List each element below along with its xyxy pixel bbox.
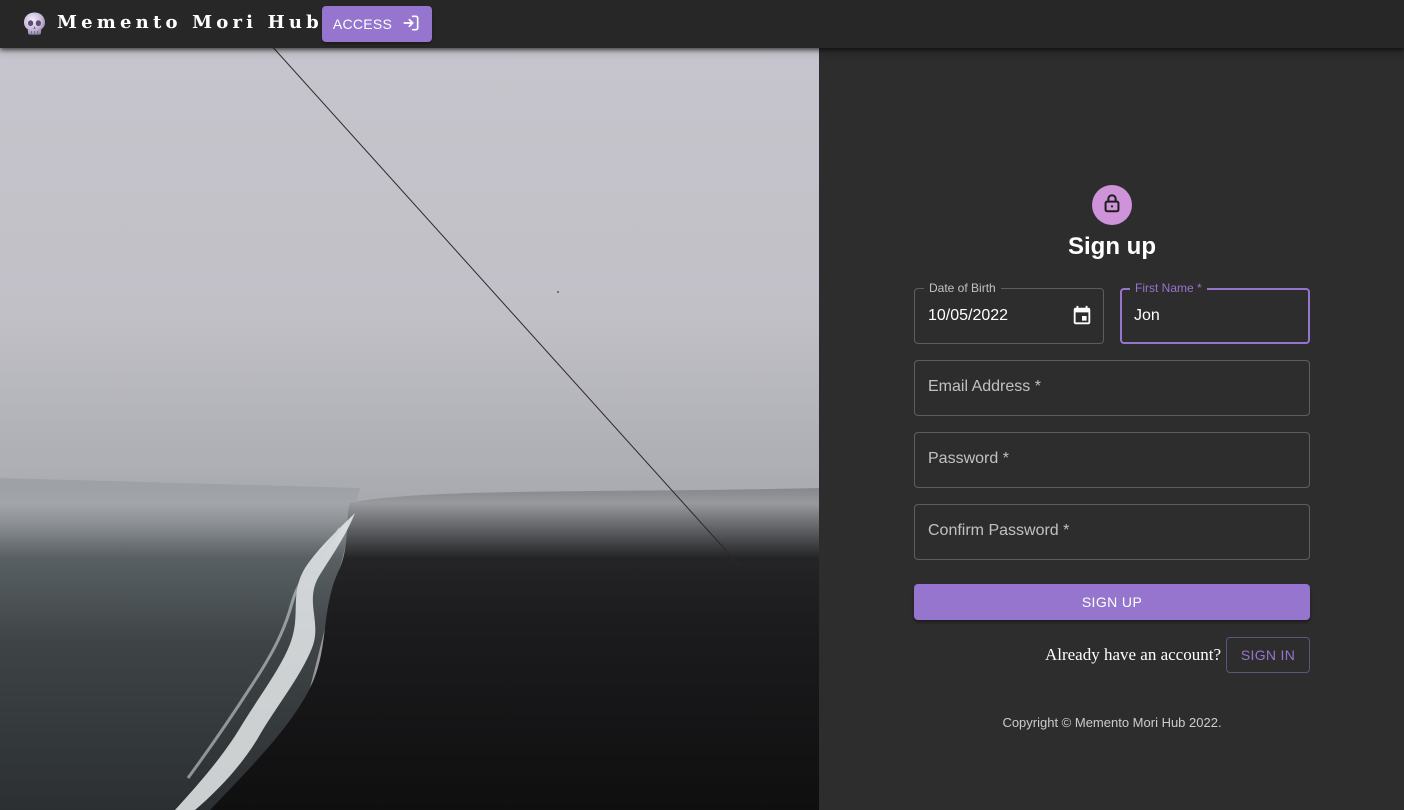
lock-avatar [1092, 185, 1132, 225]
calendar-icon[interactable] [1071, 305, 1093, 327]
email-placeholder: Email Address * [928, 378, 1041, 395]
signup-panel [819, 48, 1404, 810]
lock-icon [1101, 192, 1123, 219]
date-of-birth-value[interactable]: 10/05/2022 [928, 307, 1008, 325]
hero-photo [0, 48, 819, 810]
already-have-account-text: Already have an account? [1044, 645, 1221, 664]
skull-icon[interactable] [22, 11, 47, 36]
sign-up-button-label: SIGN UP [1081, 594, 1143, 610]
confirm-password-placeholder: Confirm Password * [928, 522, 1070, 539]
date-of-birth-field[interactable]: Date of Birth 10/05/2022 [914, 281, 1104, 344]
copyright-text: Copyright © Memento Mori Hub 2022. [1002, 715, 1222, 730]
app-bar: Memento Mori Hub ACCESS [0, 0, 1404, 48]
password-placeholder: Password * [928, 450, 1009, 467]
password-field[interactable]: Password * [914, 432, 1310, 488]
sign-up-button[interactable]: SIGN UP [914, 584, 1310, 620]
sign-in-button-label: SIGN IN [1240, 647, 1296, 663]
access-button[interactable]: ACCESS [322, 6, 432, 42]
access-button-label: ACCESS [332, 16, 393, 32]
page-title: Sign up [1068, 233, 1156, 260]
first-name-label: First Name * [1130, 281, 1207, 295]
confirm-password-field[interactable]: Confirm Password * [914, 504, 1310, 560]
login-icon [401, 13, 421, 36]
email-field[interactable]: Email Address * [914, 360, 1310, 416]
date-of-birth-label: Date of Birth [924, 281, 1001, 295]
brand-title[interactable]: Memento Mori Hub [57, 12, 323, 33]
first-name-value[interactable]: Jon [1134, 307, 1160, 325]
first-name-field[interactable]: First Name * Jon [1120, 281, 1310, 344]
sign-in-button[interactable]: SIGN IN [1226, 637, 1310, 673]
